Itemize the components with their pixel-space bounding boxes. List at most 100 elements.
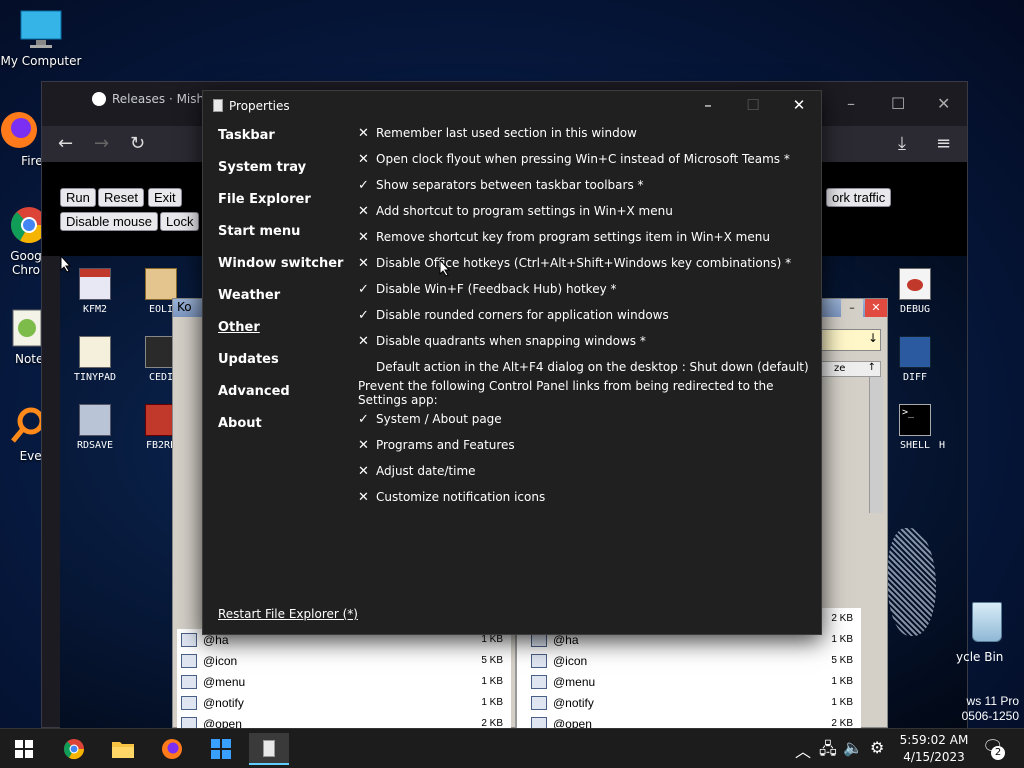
reset-button[interactable]: Reset: [98, 188, 144, 207]
settings-gear-icon[interactable]: ⚙: [870, 738, 884, 757]
right-panel-scrollbar[interactable]: [869, 377, 883, 513]
restart-file-explorer-link[interactable]: Restart File Explorer (*): [218, 607, 358, 621]
terminal-icon: >_: [899, 404, 931, 436]
option-system-about-page[interactable]: ✓ System / About page: [358, 410, 502, 428]
nav-weather[interactable]: Weather: [218, 288, 280, 303]
option-programs-and-features[interactable]: ✕ Programs and Features: [358, 436, 515, 454]
nav-updates[interactable]: Updates: [218, 352, 279, 367]
sort-up-icon[interactable]: ↑: [868, 362, 876, 373]
firefox-icon: [162, 739, 182, 759]
folder-icon: [145, 268, 177, 300]
file-manager-minimize-icon[interactable]: –: [841, 299, 863, 317]
lock-button[interactable]: Lock: [160, 212, 200, 231]
option-adjust-date-time[interactable]: ✕ Adjust date/time: [358, 462, 476, 480]
option-disable-win-f[interactable]: ✓ Disable Win+F (Feedback Hub) hotkey *: [358, 280, 617, 298]
option-label: Open clock flyout when pressing Win+C in…: [376, 152, 790, 166]
option-remember-last-section[interactable]: ✕ Remember last used section in this wind…: [358, 124, 637, 142]
inner-icon-diff[interactable]: DIFF: [882, 336, 948, 383]
nav-other[interactable]: Other: [218, 320, 260, 335]
taskbar-properties-app[interactable]: [249, 733, 289, 765]
github-icon: [92, 92, 106, 106]
file-size: 1 KB: [481, 676, 503, 687]
properties-title: Properties: [229, 99, 290, 113]
network-traffic-button[interactable]: ork traffic: [826, 188, 892, 207]
x-mark-icon: ✕: [358, 489, 369, 505]
inner-icon-debug[interactable]: DEBUG: [882, 268, 948, 315]
close-icon[interactable]: ✕: [784, 96, 814, 118]
option-label: Customize notification icons: [376, 490, 546, 504]
taskbar-firefox[interactable]: [152, 733, 192, 765]
file-manager-close-icon[interactable]: ✕: [865, 299, 887, 317]
file-icon: [531, 674, 547, 689]
option-alt-f4-default-action[interactable]: Default action in the Alt+F4 dialog on t…: [358, 358, 809, 376]
x-mark-icon: ✕: [358, 437, 369, 453]
file-row[interactable]: @menu 1 KB: [181, 671, 503, 692]
taskbar-chrome[interactable]: [54, 733, 94, 765]
nav-taskbar[interactable]: Taskbar: [218, 128, 275, 143]
option-customize-notification-icons[interactable]: ✕ Customize notification icons: [358, 488, 545, 506]
nav-file-explorer[interactable]: File Explorer: [218, 192, 311, 207]
start-button[interactable]: [4, 733, 44, 765]
browser-minimize-icon[interactable]: –: [847, 94, 855, 113]
file-row[interactable]: @notify 1 KB: [181, 692, 503, 713]
option-winx-shortcut[interactable]: ✕ Add shortcut to program settings in Win…: [358, 202, 673, 220]
volume-icon[interactable]: 🔈: [843, 738, 863, 757]
browser-maximize-icon[interactable]: ☐: [891, 94, 905, 113]
chevron-up-icon[interactable]: ︿: [795, 738, 811, 762]
inner-icon-label: H: [938, 440, 946, 451]
file-row[interactable]: @notify 1 KB: [531, 692, 853, 713]
option-label: Programs and Features: [376, 438, 515, 452]
nav-advanced[interactable]: Advanced: [218, 384, 290, 399]
option-disable-office-hotkeys[interactable]: ✕ Disable Office hotkeys (Ctrl+Alt+Shift+…: [358, 254, 791, 272]
option-disable-quadrants[interactable]: ✕ Disable quadrants when snapping windows…: [358, 332, 646, 350]
properties-dialog[interactable]: Properties – ☐ ✕ Taskbar System tray Fil…: [202, 90, 822, 635]
download-icon[interactable]: ⤓: [898, 133, 906, 154]
inner-icon-rdsave[interactable]: RDSAVE: [62, 404, 128, 451]
option-taskbar-separators[interactable]: ✓ Show separators between taskbar toolbar…: [358, 176, 644, 194]
size-column-header[interactable]: ze: [834, 363, 845, 374]
nav-window-switcher[interactable]: Window switcher: [218, 256, 343, 271]
maximize-icon[interactable]: ☐: [738, 96, 768, 118]
disable-mouse-button[interactable]: Disable mouse: [60, 212, 158, 231]
option-remove-shortcut-key[interactable]: ✕ Remove shortcut key from program settin…: [358, 228, 770, 246]
taskbar-file-explorer[interactable]: [103, 733, 143, 765]
file-row[interactable]: @icon 5 KB: [181, 650, 503, 671]
file-row[interactable]: @menu 1 KB: [531, 671, 853, 692]
x-mark-icon: ✕: [358, 333, 369, 349]
path-dropdown-arrow-icon[interactable]: ↓: [868, 331, 878, 345]
everything-search-icon: [9, 405, 45, 445]
option-disable-rounded-corners[interactable]: ✓ Disable rounded corners for application…: [358, 306, 669, 324]
forward-arrow-icon[interactable]: →: [94, 133, 109, 154]
run-button[interactable]: Run: [60, 188, 96, 207]
partial-icon: [937, 404, 947, 436]
check-mark-icon: ✓: [358, 307, 369, 323]
file-size: 1 KB: [831, 697, 853, 708]
tinypad-icon: [79, 336, 111, 368]
notification-center-button[interactable]: 🗨 2: [982, 737, 1006, 760]
rdsave-icon: [79, 404, 111, 436]
menu-hamburger-icon[interactable]: ≡: [936, 133, 951, 154]
inner-icon-tinypad[interactable]: TINYPAD: [62, 336, 128, 383]
taskbar-clock[interactable]: 5:59:02 AM 4/15/2023: [896, 732, 972, 766]
browser-close-icon[interactable]: ✕: [937, 94, 950, 113]
nav-system-tray[interactable]: System tray: [218, 160, 306, 175]
inner-icon-h[interactable]: H: [932, 404, 952, 451]
x-mark-icon: ✕: [358, 151, 369, 167]
nav-start-menu[interactable]: Start menu: [218, 224, 300, 239]
properties-app-icon: [213, 99, 223, 112]
option-clock-flyout-win-c[interactable]: ✕ Open clock flyout when pressing Win+C i…: [358, 150, 790, 168]
taskbar-windows-app[interactable]: [201, 733, 241, 765]
file-row[interactable]: @icon 5 KB: [531, 650, 853, 671]
exit-button[interactable]: Exit: [148, 188, 182, 207]
minimize-icon[interactable]: –: [693, 96, 723, 118]
back-arrow-icon[interactable]: ←: [58, 133, 73, 154]
nav-about[interactable]: About: [218, 416, 262, 431]
browser-tab[interactable]: Releases · Misha: [92, 92, 211, 106]
kfm2-icon: [79, 268, 111, 300]
option-label: Default action in the Alt+F4 dialog on t…: [376, 360, 809, 374]
file-name: @notify: [553, 695, 594, 710]
reload-icon[interactable]: ↻: [130, 133, 145, 154]
desktop-icon-recycle-bin[interactable]: ycle Bin: [956, 602, 1024, 664]
network-icon[interactable]: 🖧: [819, 738, 837, 765]
desktop-icon-my-computer[interactable]: My Computer: [0, 10, 82, 68]
